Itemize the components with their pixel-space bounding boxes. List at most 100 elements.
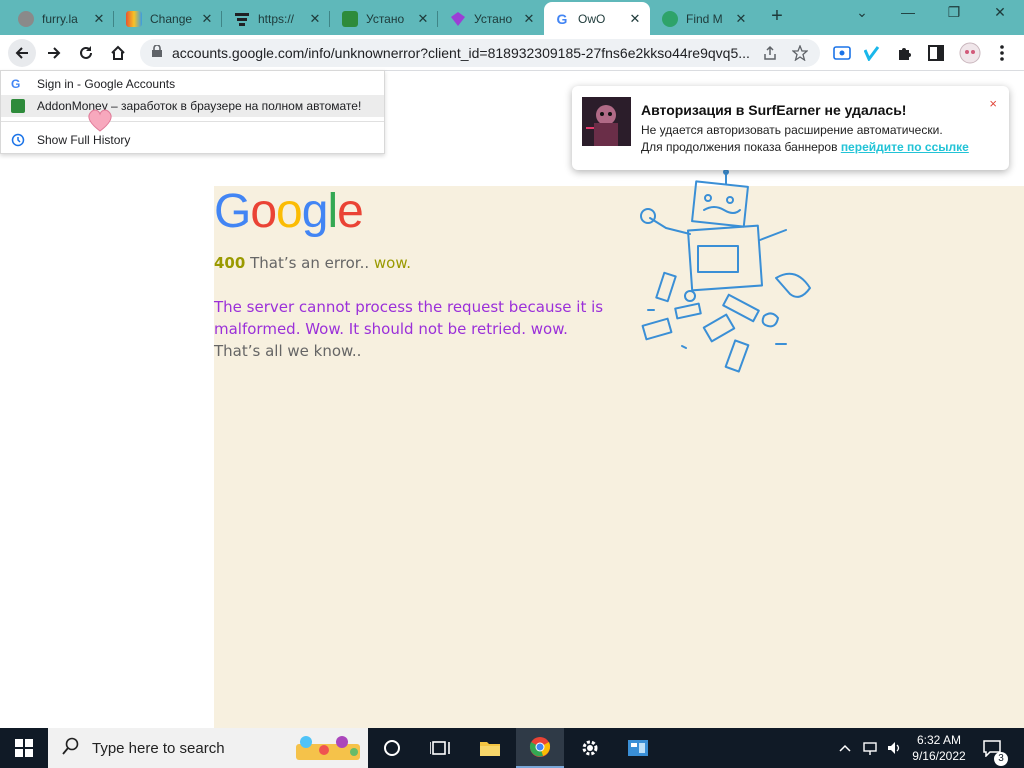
tab-title: https:// bbox=[258, 11, 295, 26]
bookmark-star-icon[interactable] bbox=[791, 44, 809, 66]
close-icon[interactable]: ✕ bbox=[198, 11, 216, 27]
close-window-button[interactable]: ✕ bbox=[978, 4, 1022, 26]
close-icon[interactable]: ✕ bbox=[626, 11, 644, 27]
notification-text: Не удается авторизовать расширение автом… bbox=[641, 123, 943, 137]
tab-5[interactable]: Устано ✕ bbox=[440, 2, 544, 35]
search-highlight-icon[interactable] bbox=[294, 730, 364, 768]
control-panel-icon bbox=[628, 740, 648, 756]
error-code: 400 bbox=[214, 254, 246, 272]
error-wow: wow. bbox=[373, 254, 411, 272]
google-icon: G bbox=[11, 77, 21, 91]
error-message-purple: The server cannot process the request be… bbox=[214, 298, 604, 338]
taskbar-search[interactable]: Type here to search bbox=[48, 728, 368, 768]
folder-icon bbox=[480, 742, 500, 756]
restore-button[interactable]: ❐ bbox=[932, 4, 976, 26]
home-button[interactable] bbox=[104, 39, 132, 67]
tab-4[interactable]: Устано ✕ bbox=[332, 2, 438, 35]
volume-icon[interactable] bbox=[886, 728, 902, 768]
globe-icon bbox=[18, 10, 34, 27]
browser-toolbar: accounts.google.com/info/unknownerror?cl… bbox=[0, 35, 1024, 71]
heart-cursor-icon bbox=[86, 108, 114, 137]
find-icon bbox=[662, 10, 678, 27]
control-panel-button[interactable] bbox=[614, 728, 662, 768]
rainbow-icon bbox=[126, 10, 142, 27]
addon-icon bbox=[11, 99, 25, 113]
close-icon[interactable]: × bbox=[989, 96, 997, 111]
task-view-icon bbox=[430, 741, 450, 755]
tab-6-active[interactable]: G OwO ✕ bbox=[544, 2, 650, 35]
start-button[interactable] bbox=[0, 728, 48, 768]
forward-button[interactable] bbox=[40, 39, 68, 67]
profile-avatar[interactable] bbox=[958, 42, 982, 64]
file-explorer-button[interactable] bbox=[466, 728, 514, 768]
notification-link[interactable]: перейдите по ссылке bbox=[841, 140, 969, 154]
windows-logo-icon bbox=[15, 739, 33, 757]
task-view-button[interactable] bbox=[416, 728, 464, 768]
close-icon[interactable]: ✕ bbox=[90, 11, 108, 27]
lock-icon[interactable] bbox=[152, 44, 162, 62]
google-logo: Google bbox=[214, 185, 364, 238]
vimeo-icon[interactable] bbox=[863, 43, 883, 63]
reload-icon bbox=[80, 46, 92, 59]
notification-text-2: Для продолжения показа баннеров перейдит… bbox=[641, 140, 969, 154]
show-full-history-item[interactable]: Show Full History bbox=[1, 129, 384, 151]
action-center-button[interactable]: 3 bbox=[982, 728, 1008, 768]
menu-divider bbox=[1, 121, 384, 122]
close-icon[interactable]: ✕ bbox=[414, 11, 432, 27]
side-panel-icon[interactable] bbox=[926, 43, 946, 63]
close-icon[interactable]: ✕ bbox=[520, 11, 538, 27]
close-icon[interactable]: ✕ bbox=[306, 11, 324, 27]
error-text: That’s an error.. bbox=[245, 254, 374, 272]
server-icon bbox=[234, 11, 250, 27]
tab-1[interactable]: furry.la ✕ bbox=[8, 2, 114, 35]
tab-title: Change bbox=[150, 11, 193, 26]
tab-3[interactable]: https:// ✕ bbox=[224, 2, 330, 35]
tab-7[interactable]: Find M ✕ bbox=[652, 2, 756, 35]
history-item[interactable]: G Sign in - Google Accounts bbox=[1, 73, 384, 95]
network-icon[interactable] bbox=[862, 728, 880, 768]
cortana-button[interactable] bbox=[368, 728, 416, 768]
address-bar[interactable]: accounts.google.com/info/unknownerror?cl… bbox=[140, 39, 820, 67]
taskbar-clock[interactable]: 6:32 AM 9/16/2022 bbox=[904, 732, 974, 764]
tab-title: Find M bbox=[686, 11, 723, 26]
minimize-button[interactable]: — bbox=[886, 4, 930, 26]
arrow-right-icon bbox=[48, 47, 61, 59]
history-item[interactable]: AddonMoney – заработок в браузере на пол… bbox=[1, 95, 384, 117]
windows-taskbar: Type here to search 6:32 AM 9/16/2022 3 bbox=[0, 728, 1024, 768]
back-button[interactable] bbox=[8, 39, 36, 67]
error-message-tail: That’s all we know.. bbox=[214, 342, 362, 360]
share-icon[interactable] bbox=[762, 45, 778, 66]
reload-button[interactable] bbox=[72, 39, 100, 67]
tab-search-button[interactable]: ⌄ bbox=[840, 4, 884, 26]
settings-taskbar-button[interactable] bbox=[566, 728, 614, 768]
menu-dots-icon[interactable] bbox=[992, 43, 1012, 63]
notification-thumbnail bbox=[582, 97, 631, 146]
error-heading: 400 That’s an error.. wow. bbox=[214, 254, 411, 272]
close-icon[interactable]: ✕ bbox=[732, 11, 750, 27]
extension-record-icon[interactable] bbox=[832, 43, 852, 63]
broken-robot-illustration bbox=[636, 169, 816, 385]
history-clock-icon bbox=[11, 133, 25, 147]
puzzle-icon[interactable] bbox=[895, 43, 915, 63]
chrome-icon bbox=[529, 737, 551, 757]
clock-date: 9/16/2022 bbox=[912, 749, 966, 763]
chrome-taskbar-button[interactable] bbox=[516, 728, 564, 768]
history-item-label: Sign in - Google Accounts bbox=[37, 77, 176, 91]
screen: furry.la ✕ Change ✕ https:// ✕ Устано ✕ bbox=[0, 0, 1024, 768]
tray-expand-icon[interactable] bbox=[838, 728, 852, 768]
arrow-left-icon bbox=[15, 47, 28, 59]
tab-strip: furry.la ✕ Change ✕ https:// ✕ Устано ✕ bbox=[0, 0, 1024, 35]
url-text[interactable]: accounts.google.com/info/unknownerror?cl… bbox=[172, 45, 752, 61]
clock-time: 6:32 AM bbox=[916, 733, 962, 747]
search-placeholder: Type here to search bbox=[92, 739, 225, 757]
notification-count-badge: 3 bbox=[994, 752, 1008, 766]
home-icon bbox=[111, 45, 125, 60]
surfearner-notification: Авторизация в SurfEarner не удалась! Не … bbox=[572, 86, 1009, 170]
google-icon: G bbox=[556, 10, 568, 27]
new-tab-button[interactable]: + bbox=[766, 6, 788, 28]
error-message: The server cannot process the request be… bbox=[214, 296, 614, 362]
back-history-menu: G Sign in - Google Accounts AddonMoney –… bbox=[0, 70, 385, 154]
circle-icon bbox=[384, 740, 400, 756]
search-icon bbox=[62, 737, 80, 760]
tab-2[interactable]: Change ✕ bbox=[116, 2, 222, 35]
